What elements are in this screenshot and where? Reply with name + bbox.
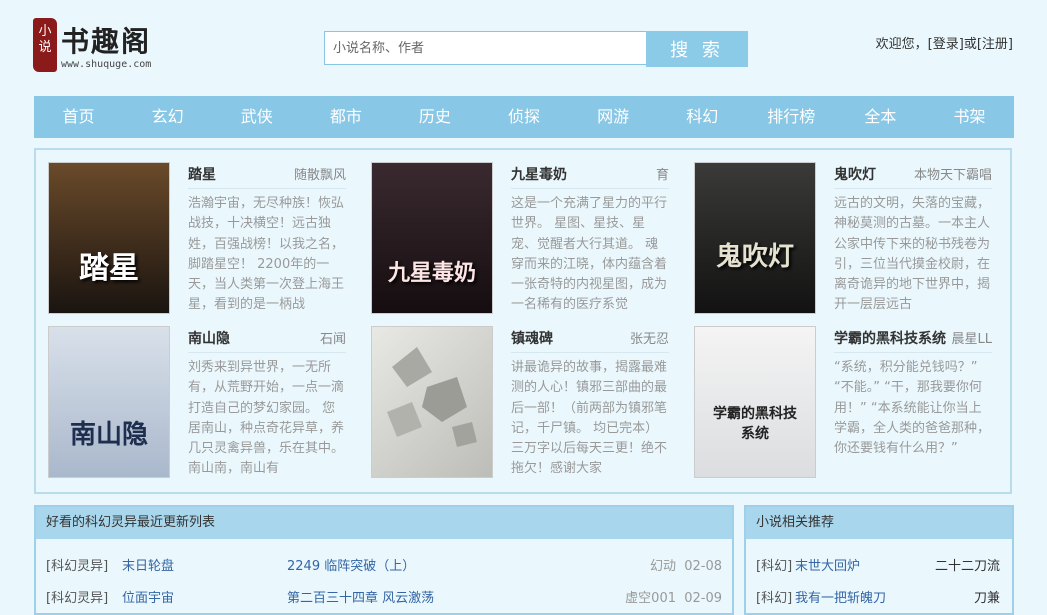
featured-book: 鬼吹灯 鬼吹灯 本物天下霸唱 远古的文明，失落的宝藏，神秘莫测的古墓。一本主人公… (682, 150, 992, 314)
main-nav: 首页 玄幻 武侠 都市 历史 侦探 网游 科幻 排行榜 全本 书架 (34, 96, 1014, 138)
book-title[interactable]: 学霸的黑科技系统 (834, 328, 946, 348)
logo-url: www.shuquge.com (61, 59, 152, 70)
list-item: [科幻灵异] 位面宇宙 第二百三十四章 风云激荡 虚空001 02-09 (36, 584, 732, 614)
cover-title: 学霸的黑科技系统 (713, 406, 797, 442)
nav-ranking[interactable]: 排行榜 (747, 96, 836, 138)
book-description: 浩瀚宇宙，无尽种族！恢弘战技，十决横空！远古独姓，百强战榜！以我之名，脚踏星空！… (188, 196, 345, 313)
divider (834, 188, 992, 189)
divider (511, 188, 669, 189)
book-author: 本物天下霸唱 (913, 168, 992, 183)
cover-title: 南山隐 (69, 420, 148, 450)
book-title[interactable]: 九星毒奶 (511, 164, 567, 184)
latest-updates-panel: 好看的科幻灵异最近更新列表 [科幻灵异] 末日轮盘 2249 临阵突破（上） 幻… (34, 505, 734, 615)
search-input[interactable] (324, 31, 646, 65)
related-panel: 小说相关推荐 [科幻] 末世大回炉 二十二刀流 [科幻] 我有一把斩魄刀 刀兼 (744, 505, 1014, 615)
nav-xuanhuan[interactable]: 玄幻 (123, 96, 212, 138)
featured-book: 九星毒奶 九星毒奶 育 这是一个充满了星力的平行世界。 星图、星技、星宠、觉醒者… (359, 150, 669, 314)
list-item: [科幻灵异] 末日轮盘 2249 临阵突破（上） 幻动 02-08 (36, 552, 732, 582)
list-category: [科幻灵异] (46, 591, 109, 606)
nav-wuxia[interactable]: 武侠 (212, 96, 301, 138)
nav-home[interactable]: 首页 (34, 96, 123, 138)
site-logo[interactable]: 小说 书趣阁 www.shuquge.com (33, 18, 163, 74)
list-date: 02-08 (684, 559, 722, 574)
book-title[interactable]: 鬼吹灯 (834, 164, 876, 184)
logo-title: 书趣阁 (61, 25, 152, 58)
book-author: 石闻 (319, 332, 346, 347)
divider (511, 352, 669, 353)
book-cover[interactable] (371, 326, 493, 478)
list-book-link[interactable]: 位面宇宙 (122, 584, 174, 614)
featured-book: 学霸的黑科技系统 学霸的黑科技系统 晨星LL “系统，积分能兑钱吗？” “不能。… (682, 314, 993, 478)
book-description: “系统，积分能兑钱吗？” “不能。” “干，那我要你何用！” “本系统能让你当上… (834, 360, 991, 457)
cover-art (387, 347, 477, 447)
featured-book: 南山隐 南山隐 石闻 刘秀来到异世界，一无所有，从荒野开始，一点一滴打造自己的梦… (36, 314, 346, 478)
book-description: 远古的文明，失落的宝藏，神秘莫测的古墓。一本主人公家中传下来的秘书残卷为引，三位… (834, 196, 991, 313)
panel-heading: 小说相关推荐 (746, 507, 1012, 539)
login-link[interactable]: [登录] (928, 37, 964, 52)
user-links: 欢迎您，[登录]或[注册] (876, 33, 1013, 52)
list-book-link[interactable]: 末日轮盘 (122, 552, 174, 582)
divider (188, 352, 346, 353)
book-cover[interactable]: 踏星 (48, 162, 170, 314)
book-author: 育 (655, 168, 669, 183)
featured-books: 踏星 踏星 随散飘风 浩瀚宇宙，无尽种族！恢弘战技，十决横空！远古独姓，百强战榜… (34, 148, 1012, 494)
list-chapter-link[interactable]: 第二百三十四章 风云激荡 (287, 584, 434, 614)
featured-book: 踏星 踏星 随散飘风 浩瀚宇宙，无尽种族！恢弘战技，十决横空！远古独姓，百强战榜… (36, 150, 346, 314)
list-book-link[interactable]: 末世大回炉 (795, 552, 860, 582)
list-category: [科幻] (756, 559, 793, 574)
book-description: 刘秀来到异世界，一无所有，从荒野开始，一点一滴打造自己的梦幻家园。 您居南山，种… (188, 360, 345, 477)
book-title[interactable]: 镇魂碑 (511, 328, 553, 348)
nav-zhentan[interactable]: 侦探 (479, 96, 568, 138)
register-link[interactable]: [注册] (977, 37, 1013, 52)
list-chapter-link[interactable]: 2249 临阵突破（上） (287, 552, 415, 582)
nav-complete[interactable]: 全本 (836, 96, 925, 138)
list-date: 02-09 (684, 591, 722, 606)
divider (188, 188, 346, 189)
book-cover[interactable]: 九星毒奶 (371, 162, 493, 314)
cover-title: 踏星 (79, 251, 139, 286)
book-cover[interactable]: 学霸的黑科技系统 (694, 326, 816, 478)
or-text: 或 (963, 37, 977, 52)
list-item: [科幻] 末世大回炉 二十二刀流 (746, 552, 1012, 582)
search-bar: 搜 索 (324, 31, 748, 67)
book-author: 随散飘风 (293, 168, 346, 183)
panel-heading: 好看的科幻灵异最近更新列表 (36, 507, 732, 539)
welcome-text: 欢迎您， (875, 37, 928, 52)
book-author: 晨星LL (951, 332, 993, 347)
list-category: [科幻] (756, 591, 793, 606)
book-title[interactable]: 踏星 (188, 164, 216, 184)
list-author: 幻动 (649, 559, 676, 574)
list-category: [科幻灵异] (46, 559, 109, 574)
cover-title: 鬼吹灯 (715, 242, 794, 272)
nav-kehuan[interactable]: 科幻 (658, 96, 747, 138)
nav-wangyou[interactable]: 网游 (569, 96, 658, 138)
book-author: 张无忍 (629, 332, 669, 347)
list-item: [科幻] 我有一把斩魄刀 刀兼 (746, 584, 1012, 614)
list-author: 虚空001 (625, 591, 676, 606)
book-description: 这是一个充满了星力的平行世界。 星图、星技、星宠、觉醒者大行其道。 魂穿而来的江… (511, 196, 668, 313)
book-cover[interactable]: 南山隐 (48, 326, 170, 478)
list-author: 刀兼 (973, 591, 1000, 606)
list-book-link[interactable]: 我有一把斩魄刀 (795, 584, 886, 614)
book-description: 讲最诡异的故事，揭露最难测的人心！镇邪三部曲的最后一部！（前两部为镇邪笔记，千尸… (511, 360, 668, 477)
book-cover[interactable]: 鬼吹灯 (694, 162, 816, 314)
logo-seal: 小说 (33, 18, 57, 72)
divider (834, 352, 992, 353)
book-title[interactable]: 南山隐 (188, 328, 230, 348)
nav-dushi[interactable]: 都市 (301, 96, 390, 138)
featured-book: 镇魂碑 张无忍 讲最诡异的故事，揭露最难测的人心！镇邪三部曲的最后一部！（前两部… (359, 314, 669, 478)
cover-title: 九星毒奶 (387, 260, 476, 286)
nav-bookshelf[interactable]: 书架 (925, 96, 1014, 138)
nav-lishi[interactable]: 历史 (390, 96, 479, 138)
list-author: 二十二刀流 (934, 559, 1000, 574)
search-button[interactable]: 搜 索 (646, 31, 748, 67)
